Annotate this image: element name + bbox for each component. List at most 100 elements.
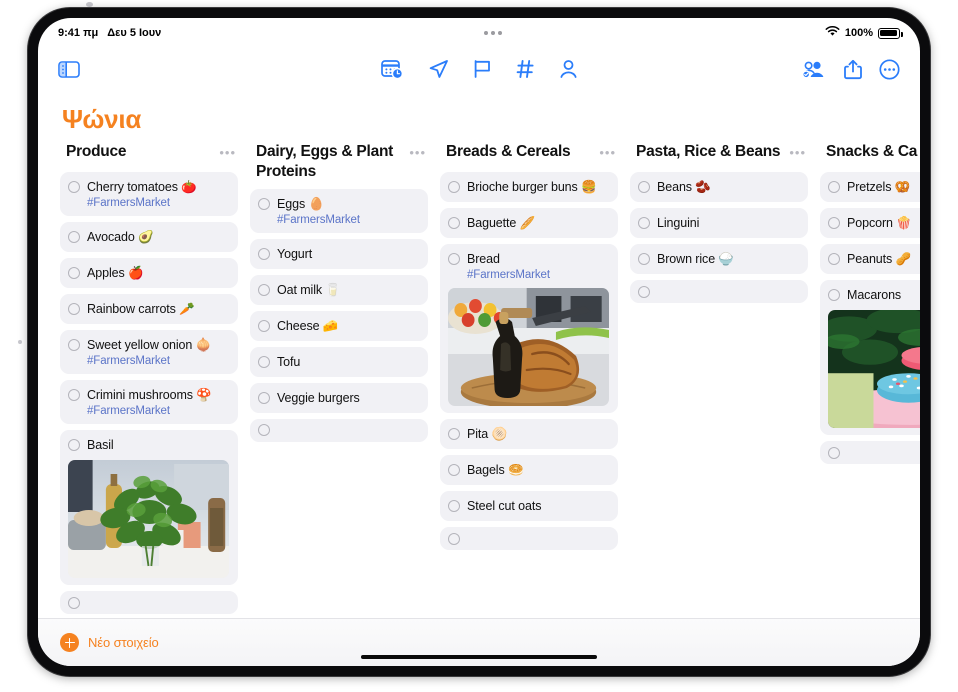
list-item-card[interactable]: Cheese 🧀: [250, 310, 428, 341]
collaborate-icon[interactable]: [802, 59, 827, 79]
checkbox-circle-icon[interactable]: [258, 391, 270, 404]
checkbox-circle-icon[interactable]: [828, 217, 840, 229]
new-item-placeholder-card[interactable]: [440, 527, 618, 550]
checkbox-circle-icon[interactable]: [258, 355, 270, 368]
new-item-placeholder-card[interactable]: [820, 441, 920, 464]
checkbox-circle-icon[interactable]: [448, 428, 460, 440]
list-item-card[interactable]: Brown rice 🍚: [630, 244, 808, 274]
location-arrow-icon[interactable]: [428, 59, 449, 79]
list-item-card[interactable]: Avocado 🥑: [60, 222, 238, 252]
list-item-label: Cherry tomatoes 🍅: [87, 180, 197, 194]
checkbox-circle-icon[interactable]: [448, 253, 460, 265]
hashtag-icon[interactable]: [516, 59, 535, 79]
checkbox-circle-icon[interactable]: [68, 389, 80, 401]
flag-icon[interactable]: [473, 59, 492, 79]
list-item-card[interactable]: Beans 🫘: [630, 172, 808, 202]
column-header: Pasta, Rice & Beans •••: [630, 142, 808, 172]
checkbox-circle-icon[interactable]: [258, 283, 270, 296]
list-item-card[interactable]: Yogurt: [250, 238, 428, 269]
list-item-card[interactable]: Linguini: [630, 208, 808, 238]
column-more-icon[interactable]: •••: [219, 142, 236, 159]
checkbox-circle-icon[interactable]: [68, 181, 80, 193]
checkbox-circle-icon[interactable]: [638, 181, 650, 193]
person-icon[interactable]: [559, 59, 578, 79]
new-item-button[interactable]: Νέο στοιχείο: [60, 633, 159, 652]
checkbox-circle-icon[interactable]: [68, 439, 80, 451]
sidebar-toggle-icon[interactable]: [58, 60, 80, 78]
list-item-tag[interactable]: #FarmersMarket: [87, 405, 229, 417]
list-item-label: Apples 🍎: [87, 266, 144, 280]
list-item-card[interactable]: Macarons: [820, 280, 920, 435]
new-item-placeholder-card[interactable]: [630, 280, 808, 303]
list-item-card[interactable]: Crimini mushrooms 🍄 #FarmersMarket: [60, 380, 238, 424]
list-item-card[interactable]: Bagels 🥯: [440, 455, 618, 485]
more-circle-icon[interactable]: [879, 58, 900, 80]
list-item-card[interactable]: Veggie burgers: [250, 382, 428, 413]
checkbox-circle-icon[interactable]: [258, 247, 270, 260]
checkbox-circle-icon[interactable]: [828, 446, 840, 459]
checkbox-circle-icon[interactable]: [828, 181, 840, 193]
column-header: Breads & Cereals •••: [440, 142, 618, 172]
checkbox-circle-icon[interactable]: [448, 500, 460, 512]
list-item-card[interactable]: Sweet yellow onion 🧅 #FarmersMarket: [60, 330, 238, 374]
checkbox-circle-icon[interactable]: [68, 596, 80, 609]
list-item-card[interactable]: Oat milk 🥛: [250, 274, 428, 305]
checkbox-circle-icon[interactable]: [68, 339, 80, 351]
share-icon[interactable]: [844, 59, 862, 80]
checkbox-circle-icon[interactable]: [68, 267, 80, 279]
checkbox-circle-icon[interactable]: [68, 231, 80, 243]
multitasking-dots-icon[interactable]: [161, 31, 825, 35]
list-item-card[interactable]: Apples 🍎: [60, 258, 238, 288]
new-item-placeholder-card[interactable]: [250, 418, 428, 442]
new-item-placeholder-card[interactable]: [60, 591, 238, 614]
checkbox-circle-icon[interactable]: [638, 285, 650, 298]
checkbox-circle-icon[interactable]: [448, 217, 460, 229]
list-item-card[interactable]: Tofu: [250, 346, 428, 377]
list-item-card[interactable]: Brioche burger buns 🍔: [440, 172, 618, 202]
bread-photo[interactable]: [448, 288, 609, 406]
checkbox-circle-icon[interactable]: [448, 464, 460, 476]
list-item-card[interactable]: Peanuts 🥜: [820, 244, 920, 274]
list-item-card[interactable]: Steel cut oats: [440, 491, 618, 521]
checkbox-circle-icon[interactable]: [638, 217, 650, 229]
list-item-card[interactable]: Bread #FarmersMarket: [440, 244, 618, 413]
checkbox-circle-icon[interactable]: [68, 303, 80, 315]
list-item-label: Brioche burger buns 🍔: [467, 180, 597, 194]
list-item-tag[interactable]: #FarmersMarket: [87, 197, 229, 209]
column-more-icon[interactable]: •••: [789, 142, 806, 159]
checkbox-circle-icon[interactable]: [258, 197, 270, 210]
list-item-label: Avocado 🥑: [87, 230, 154, 244]
checkbox-circle-icon[interactable]: [258, 424, 270, 437]
calendar-clock-icon[interactable]: [380, 59, 404, 80]
list-item-label: Sweet yellow onion 🧅: [87, 338, 212, 352]
column-more-icon[interactable]: •••: [409, 142, 426, 159]
macarons-photo[interactable]: [828, 310, 920, 428]
board-columns-container[interactable]: Produce ••• Cherry tomatoes 🍅 #FarmersMarke…: [38, 142, 920, 618]
list-item-row: Pretzels 🥨: [828, 179, 920, 195]
basil-photo[interactable]: [68, 460, 229, 578]
checkbox-circle-icon[interactable]: [828, 253, 840, 265]
column-title: Snacks & Ca: [826, 143, 918, 160]
checkbox-circle-icon[interactable]: [448, 181, 460, 193]
list-item-tag[interactable]: #FarmersMarket: [87, 355, 229, 367]
list-item-card[interactable]: Pita 🫓: [440, 419, 618, 449]
list-item-card[interactable]: Pretzels 🥨: [820, 172, 920, 202]
list-item-card[interactable]: Eggs 🥚 #FarmersMarket: [250, 188, 428, 233]
column-title: Produce: [66, 143, 127, 160]
checkbox-circle-icon[interactable]: [448, 532, 460, 545]
column-more-icon[interactable]: •••: [599, 142, 616, 159]
list-item-tag[interactable]: #FarmersMarket: [277, 214, 419, 226]
wifi-icon: [825, 26, 840, 40]
checkbox-circle-icon[interactable]: [828, 289, 840, 301]
list-item-label: Tofu: [277, 354, 301, 369]
checkbox-circle-icon[interactable]: [258, 319, 270, 332]
home-indicator[interactable]: [361, 655, 597, 659]
list-item-label: Bread: [467, 252, 500, 266]
list-item-card[interactable]: Cherry tomatoes 🍅 #FarmersMarket: [60, 172, 238, 216]
list-item-card[interactable]: Popcorn 🍿: [820, 208, 920, 238]
list-item-card[interactable]: Baguette 🥖: [440, 208, 618, 238]
list-item-tag[interactable]: #FarmersMarket: [467, 269, 609, 281]
list-item-card[interactable]: Rainbow carrots 🥕: [60, 294, 238, 324]
list-item-card[interactable]: Basil: [60, 430, 238, 585]
checkbox-circle-icon[interactable]: [638, 253, 650, 265]
